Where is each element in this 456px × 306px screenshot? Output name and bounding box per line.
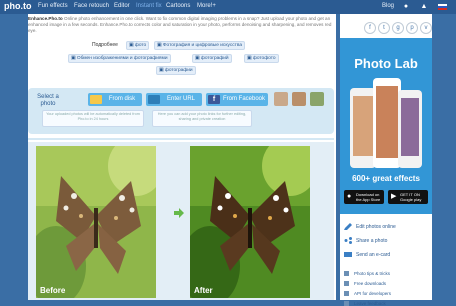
enter-url-label: Enter URL <box>166 96 195 102</box>
intro-text: Enhance.Pho.to Online photo enhancement … <box>28 16 332 33</box>
tag-chip[interactable]: ▣ фотофото <box>244 54 279 63</box>
tag-chip[interactable]: ▣ Фотография и цифровые искусства <box>154 41 245 50</box>
upload-panel: Select a photo From disk Enter URL f Fro… <box>28 88 334 134</box>
photo-lab-ad[interactable]: Photo Lab 600+ great effects ● Download … <box>340 38 432 214</box>
enter-url-button[interactable]: Enter URL <box>146 93 202 106</box>
phones-picture <box>350 78 422 168</box>
url-note: Here you can add your photo links for fu… <box>152 110 252 127</box>
after-label: After <box>194 286 213 295</box>
nav-more[interactable]: More!+ <box>197 3 216 9</box>
sample-photo-thumbnail[interactable] <box>310 92 324 106</box>
nav-cartoons[interactable]: Cartoons <box>166 3 190 9</box>
arrow-right-icon <box>174 208 184 218</box>
select-photo-label: Select a photo <box>37 94 59 107</box>
link-icon <box>148 95 160 104</box>
butterfly-after-picture <box>190 146 310 298</box>
googleplus-share-icon[interactable]: g <box>392 22 404 34</box>
pinterest-share-icon[interactable]: p <box>406 22 418 34</box>
sample-photo-thumbnail[interactable] <box>274 92 288 106</box>
after-image: After <box>190 146 310 298</box>
from-facebook-label: From Facebook <box>222 96 265 102</box>
nav-editor[interactable]: Editor <box>114 3 130 9</box>
upload-note: Your uploaded photos will be automatical… <box>42 110 144 127</box>
from-disk-label: From disk <box>108 96 136 102</box>
divider <box>28 138 334 140</box>
ecard-icon <box>344 252 352 257</box>
right-sidebar: f t g p v Photo Lab 600+ great effects ●… <box>340 14 432 306</box>
tag-label: Обмен изображениями и фотографиями <box>76 56 168 61</box>
facebook-share-icon[interactable]: f <box>364 22 376 34</box>
sidebar-small-link-label: Photo tips & tricks <box>354 271 391 276</box>
sidebar-link-label: Edit photos online <box>356 224 396 230</box>
language-flag-icon[interactable] <box>438 4 447 10</box>
apple-icon[interactable]: ● <box>402 3 410 11</box>
vk-share-icon[interactable]: v <box>420 22 432 34</box>
tips-icon <box>344 271 349 276</box>
download-icon <box>344 281 349 286</box>
site-logo[interactable]: pho.to <box>4 1 32 11</box>
from-disk-button[interactable]: From disk <box>88 93 142 106</box>
nav-face-retouch[interactable]: Face retouch <box>74 3 109 9</box>
tag-label: фотографии <box>164 68 193 73</box>
main-content: Enhance.Pho.to Online photo enhancement … <box>28 14 336 300</box>
comparison-area: Before After <box>28 142 334 300</box>
google-play-label: GET IT ON Google play <box>400 192 422 202</box>
nav-blog[interactable]: Blog <box>382 3 394 9</box>
ad-brand: Photo Lab <box>354 56 418 71</box>
edit-icon <box>344 223 352 230</box>
before-label: Before <box>40 286 66 295</box>
sidebar-small-link-label: Free downloads <box>354 281 387 286</box>
tags-label: Подробнее <box>92 42 118 48</box>
folder-icon <box>90 95 102 104</box>
twitter-share-icon[interactable]: t <box>378 22 390 34</box>
android-icon[interactable]: ▲ <box>420 3 428 11</box>
nav-instant-fix[interactable]: Instant fix <box>136 3 162 9</box>
sidebar-small-link-label: Leave feedback <box>354 301 386 306</box>
top-navbar: pho.to Fun effects Face retouch Editor I… <box>0 0 456 14</box>
google-play-button[interactable]: ▶ GET IT ON Google play <box>388 190 428 204</box>
from-facebook-button[interactable]: f From Facebook <box>206 93 268 106</box>
tag-label: Фотография и цифровые искусства <box>162 43 242 48</box>
nav-fun-effects[interactable]: Fun effects <box>38 3 68 9</box>
apple-icon: ● <box>347 193 352 200</box>
play-icon: ▶ <box>391 193 397 200</box>
tag-label: фото <box>134 43 147 48</box>
app-store-label: Download on the App Store <box>356 192 381 202</box>
tag-chip[interactable]: ▣ фотографии <box>156 66 196 75</box>
share-icon <box>344 237 352 244</box>
facebook-icon: f <box>208 95 220 104</box>
sidebar-small-link-label: API for developers <box>354 291 392 296</box>
tag-chip[interactable]: ▣ Обмен изображениями и фотографиями <box>68 54 171 63</box>
sidebar-link-label: Share a photo <box>356 238 388 244</box>
tag-chip[interactable]: ▣ фотографий <box>192 54 232 63</box>
intro-title: Enhance.Pho.to <box>28 16 63 21</box>
ad-tagline: 600+ great effects <box>352 174 420 183</box>
api-icon <box>344 291 349 296</box>
sample-photo-thumbnail[interactable] <box>292 92 306 106</box>
feedback-icon <box>344 301 349 306</box>
sidebar-link-label: Send an e-card <box>356 252 391 258</box>
tag-chip[interactable]: ▣ фото <box>126 41 150 50</box>
tag-label: фотографий <box>200 56 229 61</box>
before-image: Before <box>36 146 156 298</box>
intro-description: Online photo enhancement in one click. W… <box>28 16 332 33</box>
tag-label: фотофото <box>252 56 276 61</box>
app-store-button[interactable]: ● Download on the App Store <box>344 190 384 204</box>
butterfly-before-picture <box>36 146 156 298</box>
